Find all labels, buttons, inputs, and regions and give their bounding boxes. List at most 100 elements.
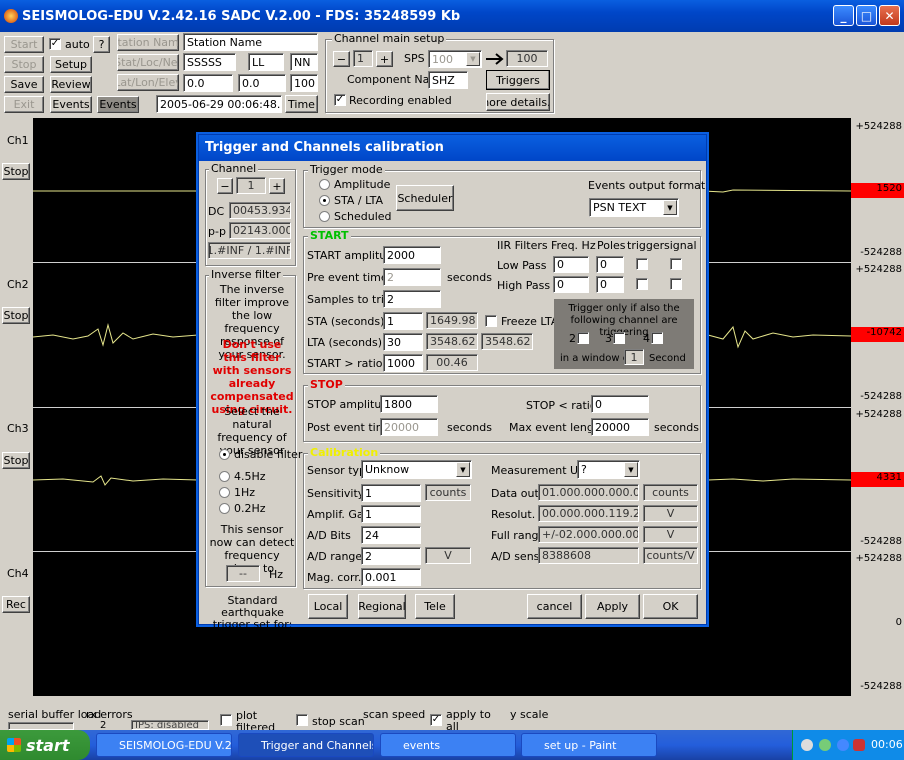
mode-stalta-radio[interactable]: [319, 195, 330, 206]
recording-enabled-checkbox[interactable]: ✓: [334, 94, 346, 106]
longitude-field[interactable]: 0.0: [238, 74, 286, 92]
low-pass-freq-field[interactable]: 0: [553, 256, 589, 273]
events-toggle-button[interactable]: Events: [97, 96, 139, 113]
dlg-channel-number: 1: [236, 177, 266, 194]
samples-field[interactable]: 2: [383, 290, 441, 308]
tray-icon[interactable]: [801, 739, 813, 751]
location-field[interactable]: LL: [248, 53, 284, 71]
local-button[interactable]: Local: [308, 594, 348, 619]
dlg-channel-plus-button[interactable]: +: [269, 178, 285, 194]
station-code-field[interactable]: SSSSS: [183, 53, 236, 71]
apply-button[interactable]: Apply: [585, 594, 640, 619]
taskbar-item-paint[interactable]: set up - Paint: [521, 733, 657, 757]
sensor-type-select[interactable]: Unknow ▼: [361, 460, 472, 479]
coincidence-ch3-checkbox[interactable]: [613, 332, 625, 344]
window-value[interactable]: 1: [624, 349, 644, 365]
sta-field[interactable]: 1: [383, 312, 423, 330]
high-pass-poles-field[interactable]: 0: [596, 276, 624, 293]
tray-icon[interactable]: [819, 739, 831, 751]
time-button[interactable]: Time: [285, 95, 318, 113]
start-menu-button[interactable]: start: [0, 730, 90, 760]
coincidence-ch2-checkbox[interactable]: [577, 332, 589, 344]
channel-minus-button[interactable]: −: [333, 51, 350, 67]
ad-range-field[interactable]: 2: [361, 547, 421, 565]
dlg-channel-minus-button[interactable]: −: [217, 178, 233, 194]
ch2-stop-button[interactable]: Stop: [2, 307, 30, 324]
filter-disable-radio[interactable]: [219, 449, 230, 460]
mode-scheduled-radio[interactable]: [319, 211, 330, 222]
low-pass-trigger-checkbox[interactable]: [636, 258, 648, 270]
filter-1hz-radio[interactable]: [219, 487, 230, 498]
stop-scan-checkbox[interactable]: [296, 714, 308, 726]
amp-gain-field[interactable]: 1: [361, 505, 421, 523]
stop-amplitude-field[interactable]: 1800: [380, 395, 438, 413]
network-field[interactable]: NN: [290, 53, 318, 71]
datetime-field[interactable]: 2005-06-29 00:06:48.200: [156, 95, 282, 113]
shield-icon[interactable]: [853, 739, 865, 751]
bluetooth-icon[interactable]: [837, 739, 849, 751]
taskbar-item-trigger[interactable]: Trigger and Channels...: [238, 733, 374, 757]
regional-button[interactable]: Regional: [358, 594, 406, 619]
auto-checkbox[interactable]: ✓: [49, 38, 61, 50]
start-button[interactable]: Start: [4, 36, 44, 53]
ok-button[interactable]: OK: [643, 594, 698, 619]
latitude-field[interactable]: 0.0: [183, 74, 233, 92]
lta-field[interactable]: 30: [383, 333, 423, 351]
output-format-select[interactable]: PSN TEXT ▼: [589, 198, 679, 217]
stop-button[interactable]: Stop: [4, 56, 44, 73]
sensitivity-field[interactable]: 1: [361, 484, 421, 502]
station-name-field[interactable]: Station Name: [183, 33, 318, 51]
more-details-button[interactable]: more details...: [486, 93, 550, 111]
ad-range-label: A/D range: [307, 550, 363, 563]
minimize-button[interactable]: _: [833, 5, 854, 26]
low-pass-poles-field[interactable]: 0: [596, 256, 624, 273]
sps-output: 100: [506, 50, 548, 67]
coincidence-ch4-checkbox[interactable]: [651, 332, 663, 344]
tele-button[interactable]: Tele: [415, 594, 455, 619]
apply-all-checkbox[interactable]: ✓: [430, 714, 442, 726]
pre-event-field[interactable]: 2: [383, 268, 441, 286]
save-button[interactable]: Save: [4, 76, 44, 93]
exit-button[interactable]: Exit: [4, 96, 44, 113]
measurement-unit-select[interactable]: ? ▼: [577, 460, 640, 479]
filter-4-5hz-radio[interactable]: [219, 471, 230, 482]
ch4-rec-button[interactable]: Rec: [2, 596, 30, 613]
maximize-button[interactable]: □: [856, 5, 877, 26]
cancel-button[interactable]: cancel: [527, 594, 582, 619]
freeze-lta-checkbox[interactable]: [485, 315, 497, 327]
high-pass-freq-field[interactable]: 0: [553, 276, 589, 293]
max-event-field[interactable]: 20000: [591, 418, 649, 436]
start-amplitude-field[interactable]: 2000: [383, 246, 441, 264]
filter-0-2hz-radio[interactable]: [219, 503, 230, 514]
triggers-button[interactable]: Triggers: [486, 70, 550, 90]
high-pass-signal-checkbox[interactable]: [670, 278, 682, 290]
close-button[interactable]: ✕: [879, 5, 900, 26]
taskbar-item-events[interactable]: events: [380, 733, 516, 757]
elevation-field[interactable]: 100: [290, 74, 318, 92]
mode-amplitude-radio[interactable]: [319, 179, 330, 190]
help-button[interactable]: ?: [93, 36, 110, 53]
hz-label: Hz: [269, 568, 284, 581]
stop-ratio-field[interactable]: 0: [591, 395, 649, 413]
channel-plus-button[interactable]: +: [376, 51, 393, 67]
station-name-button[interactable]: Station Name: [117, 34, 179, 51]
output-format-label: Events output format: [588, 179, 706, 192]
plot-filtered-checkbox[interactable]: [220, 714, 232, 726]
sps-select[interactable]: 100 ▼: [428, 50, 482, 68]
review-button[interactable]: Review: [50, 76, 92, 93]
mag-corr-field[interactable]: 0.001: [361, 568, 421, 586]
ad-bits-field[interactable]: 24: [361, 526, 421, 544]
low-pass-signal-checkbox[interactable]: [670, 258, 682, 270]
taskbar-item-seismolog[interactable]: SEISMOLOG-EDU V.2...: [96, 733, 232, 757]
setup-button[interactable]: Setup: [50, 56, 92, 73]
start-ratio-field[interactable]: 1000: [383, 354, 423, 372]
events-button[interactable]: Events: [50, 96, 92, 113]
ch1-stop-button[interactable]: Stop: [2, 163, 30, 180]
lat-lon-elev-button[interactable]: Lat/Lon/Elev: [117, 74, 179, 91]
stat-loc-net-button[interactable]: Stat/Loc/Net: [117, 54, 179, 71]
high-pass-trigger-checkbox[interactable]: [636, 278, 648, 290]
component-name-field[interactable]: SHZ: [428, 71, 468, 89]
scheduler-button[interactable]: Scheduler: [396, 185, 454, 211]
ch3-stop-button[interactable]: Stop: [2, 452, 30, 469]
post-event-field[interactable]: 20000: [380, 418, 438, 436]
